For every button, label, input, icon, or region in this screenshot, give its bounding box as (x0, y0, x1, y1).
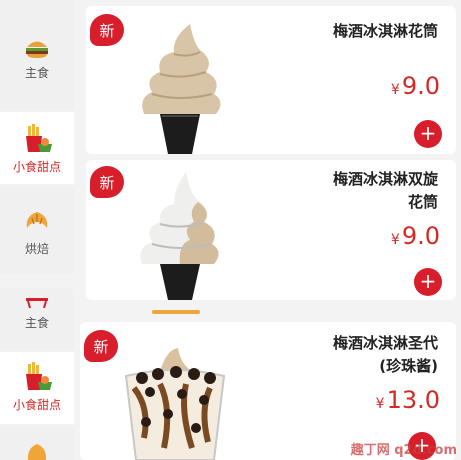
price-value: 9.0 (401, 222, 440, 250)
new-badge: 新 (90, 14, 124, 46)
product-name-line: 花筒 (407, 193, 438, 211)
watermark: 趣丁网 q2d.com (350, 443, 457, 458)
fries-icon (26, 124, 52, 152)
pearl-sundae-image (124, 348, 226, 460)
sidebar-item-snacks-desserts[interactable]: 小食甜点 (0, 352, 74, 424)
sidebar-item-label: 主食 (24, 66, 49, 80)
sidebar-item-label: 主食 (24, 316, 49, 330)
category-sidebar: 主食 小食甜点 烘焙 主食 小食甜点 (0, 0, 78, 460)
product-name: 梅酒冰淇淋双旋 花筒 (333, 168, 438, 214)
product-name: 梅酒冰淇淋花筒 (332, 22, 438, 40)
sidebar-item-label: 小食甜点 (12, 398, 61, 412)
soft-serve-cone-image (142, 24, 221, 154)
sidebar-item-bakery[interactable] (0, 426, 74, 460)
scroll-divider (152, 310, 200, 314)
currency-symbol: ¥ (375, 396, 385, 412)
price-value: 13.0 (386, 386, 440, 414)
product-name-line: (珍珠酱) (379, 357, 438, 375)
add-to-cart-button[interactable]: + (414, 268, 442, 296)
price-value: 9.0 (401, 72, 440, 100)
product-card[interactable]: 新 梅酒冰淇淋双旋 花筒 ¥9.0 + (86, 160, 456, 300)
sidebar-item-label: 小食甜点 (12, 160, 61, 174)
sidebar-item-bakery[interactable]: 烘焙 (0, 186, 74, 274)
twin-swirl-cone-image (140, 172, 219, 300)
product-name-line: 梅酒冰淇淋双旋 (332, 170, 438, 188)
sidebar-item-snacks-desserts[interactable]: 小食甜点 (0, 112, 74, 184)
croissant-icon (27, 444, 47, 460)
add-to-cart-button[interactable]: + (414, 120, 442, 148)
new-badge: 新 (90, 166, 124, 198)
sidebar-item-main-food[interactable]: 主食 (0, 0, 74, 110)
product-price: ¥9.0 (391, 222, 440, 250)
product-price: ¥13.0 (376, 386, 440, 414)
currency-symbol: ¥ (390, 82, 400, 98)
currency-symbol: ¥ (390, 232, 400, 248)
fries-icon (26, 362, 52, 390)
product-price: ¥9.0 (391, 72, 440, 100)
new-badge: 新 (84, 330, 118, 362)
product-name-line: 梅酒冰淇淋圣代 (332, 334, 438, 352)
burger-icon (26, 41, 48, 58)
sidebar-item-main-food[interactable]: 主食 (0, 288, 74, 350)
croissant-icon (26, 212, 48, 228)
sidebar-item-label: 烘焙 (24, 242, 49, 256)
product-card[interactable]: 新 梅酒冰淇淋花筒 ¥9.0 + (86, 6, 456, 154)
product-name: 梅酒冰淇淋圣代 (珍珠酱) (333, 332, 438, 378)
burger-icon (26, 298, 48, 309)
